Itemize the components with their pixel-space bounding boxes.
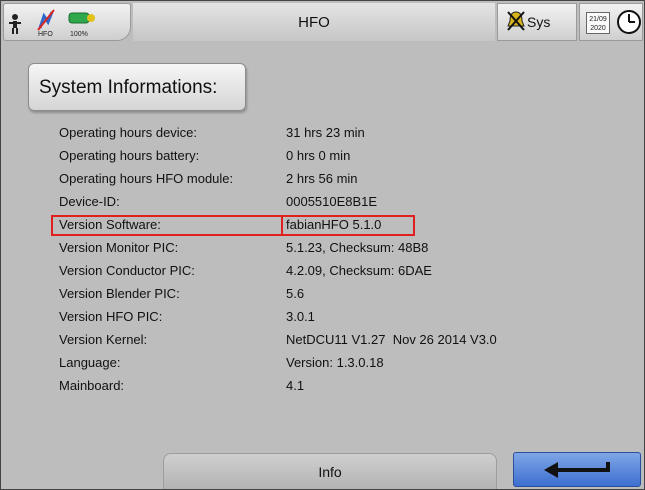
info-value: 4.2.09, Checksum: 6DAE	[286, 263, 432, 278]
patient-icon	[9, 14, 21, 34]
section-heading: System Informations:	[39, 77, 218, 98]
tab-info-label: Info	[318, 464, 342, 480]
battery-icon	[68, 12, 95, 24]
bottom-bar: Info	[1, 451, 644, 489]
back-button[interactable]	[513, 452, 641, 487]
info-row: Language: Version: 1.3.0.18	[1, 353, 644, 375]
alarm-silenced-icon	[507, 11, 525, 31]
date-day-month: 21/09	[589, 16, 607, 23]
clock-icon	[617, 10, 641, 34]
info-row: Mainboard: 4.1	[1, 376, 644, 398]
info-label: Version Conductor PIC:	[59, 263, 195, 278]
info-label: Mainboard:	[59, 378, 125, 393]
info-label: Operating hours HFO module:	[59, 171, 234, 186]
tab-info[interactable]: Info	[163, 453, 497, 489]
battery-percent: 100%	[70, 31, 88, 38]
info-value: NetDCU11 V1.27 Nov 26 2014 V3.0	[286, 332, 497, 347]
info-value: 0005510E8B1E	[286, 194, 378, 209]
info-row: Operating hours HFO module: 2 hrs 56 min	[1, 169, 644, 191]
info-row: Version Blender PIC: 5.6	[1, 284, 644, 306]
info-row: Operating hours battery: 0 hrs 0 min	[1, 146, 644, 168]
date-time-panel[interactable]: 21/09 2020	[579, 3, 643, 41]
mode-label: HFO	[38, 31, 53, 38]
hfo-mode-icon	[37, 9, 55, 31]
info-label: Version HFO PIC:	[59, 309, 163, 324]
info-value: 3.0.1	[286, 309, 315, 324]
section-heading-box: System Informations:	[28, 63, 246, 111]
status-icons-panel: HFO 100%	[3, 3, 131, 41]
info-row: Version HFO PIC: 3.0.1	[1, 307, 644, 329]
info-value: 5.1.23, Checksum: 48B8	[286, 240, 429, 255]
info-row: Operating hours device: 31 hrs 23 min	[1, 123, 644, 145]
info-value: Version: 1.3.0.18	[286, 355, 384, 370]
info-value: 31 hrs 23 min	[286, 125, 365, 140]
info-label: Language:	[59, 355, 121, 370]
info-label: Device-ID:	[59, 194, 120, 209]
page-title: HFO	[298, 14, 330, 31]
info-value: 5.6	[286, 286, 305, 301]
info-label: Version Monitor PIC:	[59, 240, 179, 255]
highlight-divider	[281, 217, 283, 234]
date-year: 2020	[590, 25, 606, 32]
info-row: Version Monitor PIC: 5.1.23, Checksum: 4…	[1, 238, 644, 260]
info-value: 2 hrs 56 min	[286, 171, 358, 186]
sys-label: Sys	[527, 14, 551, 30]
info-value: 4.1	[286, 378, 305, 393]
title-panel: HFO	[133, 3, 495, 41]
back-arrow-icon	[544, 462, 610, 478]
version-software-highlight	[51, 215, 415, 236]
info-label: Operating hours battery:	[59, 148, 200, 163]
info-row: Version Kernel: NetDCU11 V1.27 Nov 26 20…	[1, 330, 644, 352]
info-row: Version Conductor PIC: 4.2.09, Checksum:…	[1, 261, 644, 283]
info-row: Device-ID: 0005510E8B1E	[1, 192, 644, 214]
info-label: Operating hours device:	[59, 125, 198, 140]
info-value: 0 hrs 0 min	[286, 148, 351, 163]
info-label: Version Blender PIC:	[59, 286, 180, 301]
status-bar: HFO 100% HFO Sys 21/09 2020	[1, 1, 644, 43]
system-info-panel: System Informations: Operating hours dev…	[1, 43, 644, 451]
sys-alarm-button[interactable]: Sys	[497, 3, 577, 41]
app-frame: HFO 100% HFO Sys 21/09 2020 System Infor…	[0, 0, 645, 490]
info-label: Version Kernel:	[59, 332, 148, 347]
date-display: 21/09 2020	[586, 12, 610, 34]
